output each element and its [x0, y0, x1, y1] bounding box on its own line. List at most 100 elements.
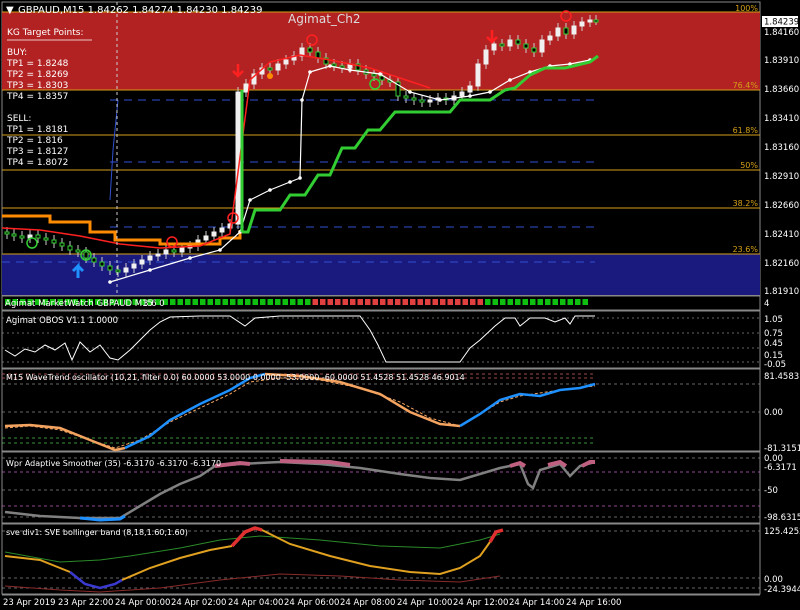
obos-axis: 1.05 0.75 0.45 0.15 -0.05	[764, 315, 786, 370]
marketwatch-square	[432, 299, 438, 305]
obos-label: Agimat OBOS V1.1 1.0000	[6, 316, 118, 326]
marketwatch-square	[575, 299, 581, 305]
wavetrend-panel[interactable]: M15 WaveTrend oscillator (10,21, filter …	[1, 368, 761, 452]
chart-canvas[interactable]: ▼ GBPAUD,M15 1.84262 1.84274 1.84230 1.8…	[0, 0, 800, 610]
fib-label-618: 61.8%	[733, 126, 759, 135]
marketwatch-square	[402, 299, 408, 305]
candle-body	[483, 49, 489, 65]
marketwatch-square	[215, 299, 221, 305]
candle-body	[507, 39, 513, 47]
marketwatch-square	[447, 299, 453, 305]
marketwatch-square	[417, 299, 423, 305]
sell-tp4: TP4 = 1.8072	[6, 158, 68, 168]
candle-body	[83, 251, 89, 259]
candle-body	[43, 237, 49, 241]
candle-body	[275, 63, 281, 71]
sell-tp3: TP3 = 1.8127	[6, 147, 68, 157]
svg-text:81.4583: 81.4583	[764, 372, 799, 382]
svg-text:0.00: 0.00	[764, 575, 783, 585]
candle-body	[491, 43, 497, 51]
wavetrend-label: M15 WaveTrend oscillator (10,21, filter …	[6, 373, 465, 382]
collapse-triangle-icon[interactable]: ▼	[6, 5, 14, 16]
svg-text:24 Apr 02:00: 24 Apr 02:00	[171, 598, 226, 608]
candle-body	[579, 21, 585, 27]
candle-body	[155, 253, 161, 257]
indicator-title: Agimat_Ch2	[288, 12, 361, 26]
candle-body	[179, 247, 185, 253]
buy-label: BUY:	[7, 48, 27, 58]
candle-body	[331, 63, 337, 67]
marketwatch-square	[342, 299, 348, 305]
marketwatch-square	[282, 299, 288, 305]
white-signal-dot	[248, 198, 252, 202]
candle-body	[139, 259, 145, 265]
marketwatch-square	[537, 299, 543, 305]
candle-body	[91, 257, 97, 263]
price-tick: 1.82160	[764, 259, 799, 269]
svg-text:1.05: 1.05	[764, 315, 783, 325]
candle-body	[411, 97, 417, 101]
marketwatch-square	[462, 299, 468, 305]
marketwatch-square	[170, 299, 176, 305]
wavetrend-axis: 81.4583 0.00 -81.3151	[764, 372, 800, 454]
candle-body	[4, 231, 10, 235]
buy-tp1: TP1 = 1.8248	[6, 59, 69, 69]
marketwatch-square	[582, 299, 588, 305]
candle-body	[571, 25, 577, 35]
candle-body	[107, 265, 113, 271]
white-signal-dot	[328, 64, 332, 68]
marketwatch-panel[interactable]: Agimat MarketWatch GBPAUD M15 3 6 0 4	[1, 295, 769, 311]
sve-panel[interactable]: sve div1: SVE bollinger band (8,18,1.60,…	[1, 523, 761, 595]
marketwatch-square	[260, 299, 266, 305]
marketwatch-square	[567, 299, 573, 305]
candle-body	[219, 227, 225, 233]
obos-panel[interactable]: Agimat OBOS V1.1 1.0000	[1, 310, 761, 369]
candle-body	[51, 239, 57, 244]
marketwatch-square	[320, 299, 326, 305]
svg-text:24 Apr 06:00: 24 Apr 06:00	[284, 598, 339, 608]
svg-text:24 Apr 08:00: 24 Apr 08:00	[340, 598, 395, 608]
svg-text:24 Apr 10:00: 24 Apr 10:00	[397, 598, 452, 608]
symbol-info: GBPAUD,M15 1.84262 1.84274 1.84230 1.842…	[18, 5, 263, 16]
marketwatch-square	[267, 299, 273, 305]
wpr-label: Wpr Adaptive Smoother (35) -6.3170 -6.31…	[6, 459, 221, 468]
candle-body	[475, 63, 481, 87]
candle-body	[267, 67, 273, 71]
white-signal-dot	[300, 98, 304, 102]
marketwatch-square	[470, 299, 476, 305]
svg-text:0.00: 0.00	[764, 408, 783, 418]
svg-text:-0.05: -0.05	[764, 360, 786, 370]
wpr-panel[interactable]: Wpr Adaptive Smoother (35) -6.3170 -6.31…	[1, 451, 761, 524]
candle-body	[467, 85, 473, 93]
marketwatch-square	[545, 299, 551, 305]
candle-body	[307, 47, 313, 53]
candle-body	[243, 83, 249, 93]
marketwatch-side-value: 4	[764, 299, 769, 309]
candle-body	[123, 267, 129, 273]
marketwatch-square	[327, 299, 333, 305]
fib-label-236: 23.6%	[733, 245, 759, 254]
marketwatch-square	[222, 299, 228, 305]
marketwatch-square	[252, 299, 258, 305]
marketwatch-square	[357, 299, 363, 305]
marketwatch-square	[515, 299, 521, 305]
sve-axis: 125.4252 0.00 -24.3944	[764, 527, 800, 595]
price-tick: 1.82910	[764, 172, 799, 182]
sell-tp1: TP1 = 1.8181	[6, 125, 68, 135]
marketwatch-square	[237, 299, 243, 305]
candle-body	[211, 231, 217, 237]
marketwatch-square	[552, 299, 558, 305]
wpr-axis: 0.00 -6.3171 -50 -98.6315	[764, 454, 800, 523]
candle-body	[499, 43, 505, 47]
marketwatch-digits: 3 6 0	[143, 299, 165, 309]
buy-tp4: TP4 = 1.8357	[6, 92, 68, 102]
white-signal-dot	[148, 268, 152, 272]
white-signal-dot	[488, 90, 492, 94]
candle-body	[59, 242, 65, 247]
fib-label-382: 38.2%	[733, 199, 759, 208]
svg-text:24 Apr 14:00: 24 Apr 14:00	[509, 598, 564, 608]
marketwatch-square	[192, 299, 198, 305]
marketwatch-square	[365, 299, 371, 305]
marketwatch-square	[522, 299, 528, 305]
candle-body	[75, 249, 81, 253]
